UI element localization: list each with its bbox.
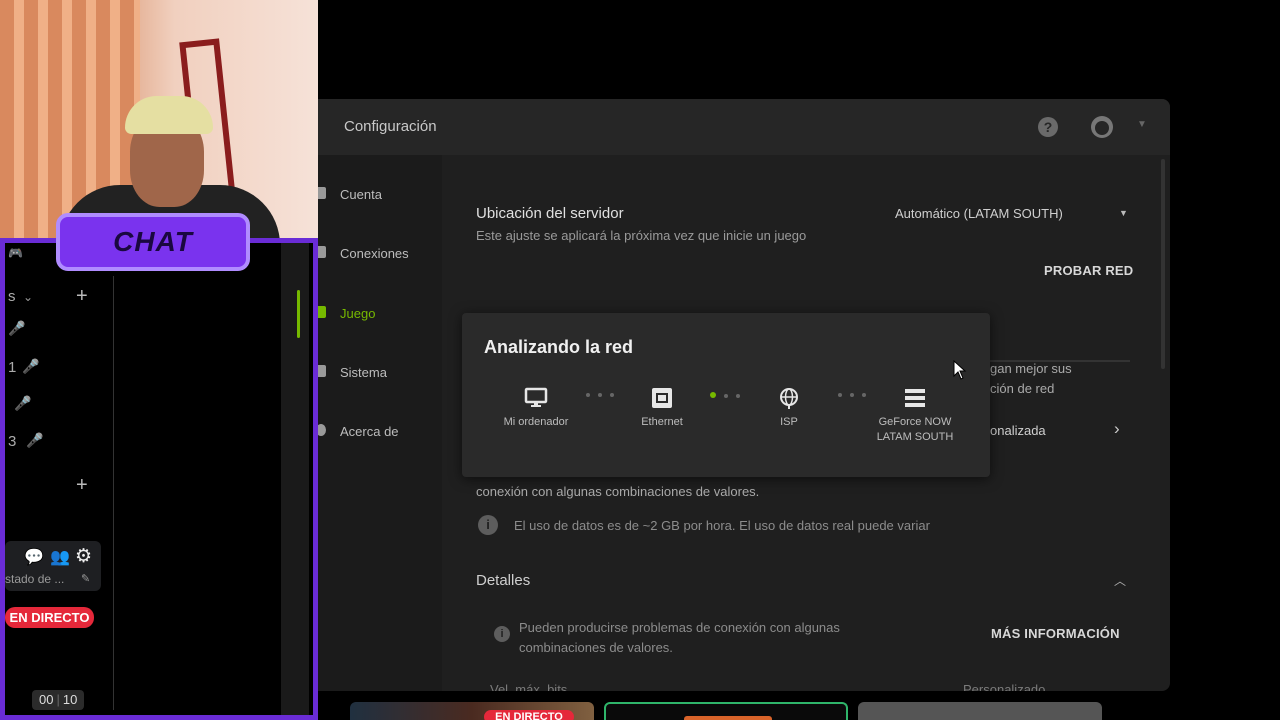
title-bar: Configuración ? ▼ [282, 99, 1170, 155]
counter-right: 10 [62, 692, 78, 707]
user-avatar-icon[interactable] [1090, 115, 1114, 139]
partial-text-1: gan mejor sus [990, 361, 1072, 376]
chat-bubble-icon[interactable]: 💬 [24, 547, 44, 567]
chevron-up-icon[interactable]: ︿ [1114, 572, 1126, 589]
chat-badge: CHAT [56, 213, 250, 271]
discord-panel [5, 243, 113, 715]
chevron-down-icon[interactable]: ▼ [1137, 119, 1147, 130]
webcam-feed [0, 0, 318, 238]
counter-display: 00 | 10 [32, 690, 85, 710]
details-label: Detalles [476, 572, 531, 589]
max-bitrate-label: Vel. máx. bits [490, 682, 568, 691]
thumb-bar [684, 716, 772, 720]
ethernet-icon [652, 388, 672, 408]
status-text: stado de ... [5, 572, 65, 586]
user-suffix-3: 3 [8, 433, 17, 450]
nav-item-acerca-de[interactable]: Acerca de [340, 424, 399, 439]
test-network-button[interactable]: PROBAR RED [1044, 263, 1133, 278]
chevron-right-icon[interactable]: › [1114, 419, 1120, 439]
server-location-label: Ubicación del servidor [476, 205, 624, 222]
monitor-icon [524, 387, 548, 407]
gamepad-icon: 🎮 [8, 246, 23, 260]
chat-column [113, 276, 281, 710]
globe-icon [780, 388, 798, 409]
nav-item-conexiones[interactable]: Conexiones [340, 246, 409, 261]
more-info-button[interactable]: MÁS INFORMACIÓN [991, 626, 1120, 641]
max-bitrate-value[interactable]: Personalizado [963, 682, 1045, 691]
streamer-cap [125, 96, 213, 134]
node-label: ISP [780, 416, 798, 428]
mic-icon: 🎤 [22, 358, 40, 374]
partial-text-2: ción de red [990, 381, 1055, 396]
user-suffix-1: 1 [8, 359, 17, 376]
dialog-title: Analizando la red [484, 337, 634, 357]
stream-thumbnail-2[interactable] [604, 702, 848, 720]
partial-custom-value: onalizada [990, 423, 1046, 438]
node-label: Mi ordenador [503, 416, 569, 428]
stream-thumbnail-3[interactable] [858, 702, 1102, 720]
node-ethernet: Ethernet [607, 387, 717, 430]
thumb-live-badge: EN DIRECTO [484, 710, 574, 720]
dropdown-caret-icon[interactable]: ▼ [1119, 208, 1128, 218]
mic-icon: 🎤 [8, 320, 26, 336]
user-status-panel: 💬 👥 ⚙ stado de ... ✎ [5, 541, 101, 591]
chevron-down-icon[interactable]: ⌄ [23, 290, 33, 304]
stream-thumbnail-1[interactable]: EN DIRECTO [350, 702, 594, 720]
server-location-hint: Este ajuste se aplicará la próxima vez q… [476, 228, 807, 243]
add-channel-icon[interactable]: + [76, 474, 88, 497]
channel-fragment[interactable]: s [8, 288, 16, 305]
side-accent [297, 290, 300, 338]
counter-left: 00 [39, 692, 54, 707]
nav-item-juego[interactable]: Juego [340, 306, 375, 321]
server-icon [905, 389, 925, 407]
add-friend-icon[interactable]: 👥 [50, 547, 70, 567]
node-label: Ethernet [641, 416, 683, 428]
info-icon: i [478, 515, 498, 535]
help-icon[interactable]: ? [1038, 117, 1058, 137]
add-channel-icon[interactable]: + [76, 285, 88, 308]
details-warning-text: Pueden producirse problemas de conexión … [519, 620, 840, 655]
node-geforce-now-server: GeForce NOW LATAM SOUTH [860, 387, 970, 445]
mic-icon: 🎤 [14, 395, 32, 411]
scrollbar[interactable] [1161, 159, 1165, 369]
node-isp: ISP [734, 387, 844, 430]
pencil-icon[interactable]: ✎ [81, 572, 90, 585]
connection-warning-text: conexión con algunas combinaciones de va… [476, 484, 760, 499]
network-analysis-dialog: Analizando la red Mi ordenador Ethernet [462, 313, 990, 477]
nav-item-cuenta[interactable]: Cuenta [340, 187, 382, 202]
node-my-computer: Mi ordenador [481, 387, 591, 430]
details-info-icon: i [494, 626, 510, 642]
chat-side-strip [281, 243, 309, 715]
mic-icon: 🎤 [26, 432, 44, 448]
window-title: Configuración [344, 118, 437, 135]
mouse-cursor-icon [953, 360, 967, 380]
nav-item-sistema[interactable]: Sistema [340, 365, 387, 380]
node-label: GeForce NOW LATAM SOUTH [876, 416, 954, 443]
data-usage-note: El uso de datos es de ~2 GB por hora. El… [514, 518, 930, 533]
gear-icon[interactable]: ⚙ [75, 545, 92, 568]
live-badge: EN DIRECTO [5, 607, 94, 628]
server-location-select[interactable]: Automático (LATAM SOUTH) [895, 206, 1063, 221]
